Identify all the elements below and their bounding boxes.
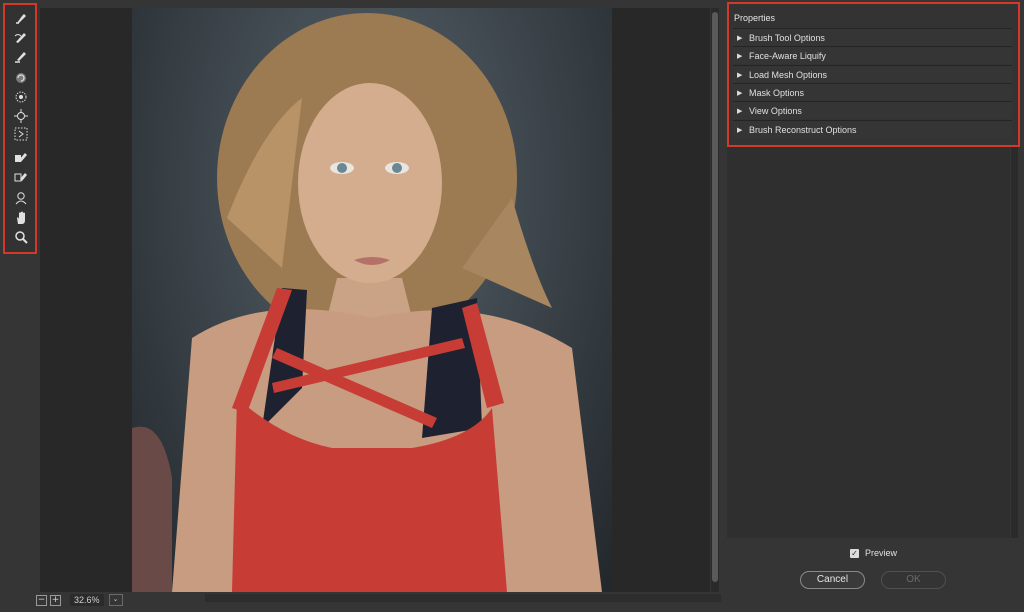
reconstruct-brush-icon[interactable]	[12, 29, 30, 45]
smooth-brush-icon[interactable]	[12, 48, 30, 64]
tools-panel	[3, 3, 37, 254]
section-load-mesh-options[interactable]: ▶ Load Mesh Options	[733, 65, 1012, 83]
thaw-mask-icon[interactable]	[12, 168, 30, 184]
section-label: Mask Options	[749, 87, 805, 98]
expand-triangle-icon: ▶	[737, 88, 743, 97]
preview-toggle[interactable]: ✓ Preview	[850, 548, 897, 558]
freeze-mask-icon[interactable]	[12, 149, 30, 165]
hand-icon[interactable]	[12, 210, 30, 226]
properties-title: Properties	[734, 13, 776, 23]
section-label: Face-Aware Liquify	[749, 50, 826, 61]
section-label: Brush Reconstruct Options	[749, 124, 857, 135]
preview-label: Preview	[865, 548, 898, 558]
chevron-down-icon[interactable]: ⌄	[108, 594, 123, 606]
section-label: View Options	[749, 105, 802, 116]
expand-triangle-icon: ▶	[737, 33, 743, 42]
zoom-controls: − + 32.6% ⌄	[36, 593, 123, 607]
image-canvas[interactable]	[40, 8, 710, 592]
section-mask-options[interactable]: ▶ Mask Options	[733, 83, 1012, 101]
twirl-icon[interactable]	[12, 70, 30, 86]
push-left-icon[interactable]	[12, 126, 30, 142]
section-face-aware-liquify[interactable]: ▶ Face-Aware Liquify	[733, 46, 1012, 64]
expand-triangle-icon: ▶	[737, 106, 743, 115]
properties-sections: Properties ▶ Brush Tool Options ▶ Face-A…	[727, 2, 1020, 147]
section-label: Load Mesh Options	[749, 69, 828, 80]
scroll-thumb[interactable]	[712, 12, 718, 582]
section-brush-tool-options[interactable]: ▶ Brush Tool Options	[733, 28, 1012, 46]
bloat-icon[interactable]	[12, 108, 30, 124]
expand-triangle-icon: ▶	[737, 51, 743, 60]
canvas-horizontal-scrollbar[interactable]	[205, 594, 721, 602]
warp-finger-icon[interactable]	[12, 10, 30, 26]
section-brush-reconstruct-options[interactable]: ▶ Brush Reconstruct Options	[733, 120, 1012, 138]
portrait-photo	[132, 8, 612, 592]
pucker-icon[interactable]	[12, 89, 30, 105]
section-view-options[interactable]: ▶ View Options	[733, 101, 1012, 119]
expand-triangle-icon: ▶	[737, 70, 743, 79]
ok-button[interactable]: OK	[881, 571, 946, 589]
zoom-in-button[interactable]: +	[50, 594, 61, 606]
magnifier-icon[interactable]	[12, 229, 30, 245]
preview-checkbox[interactable]: ✓	[850, 548, 859, 558]
zoom-level[interactable]: 32.6%	[70, 594, 104, 606]
zoom-out-button[interactable]: −	[36, 594, 47, 606]
section-label: Brush Tool Options	[749, 32, 825, 43]
face-person-icon[interactable]	[12, 190, 30, 206]
canvas-vertical-scrollbar[interactable]	[711, 8, 719, 592]
cancel-button[interactable]: Cancel	[800, 571, 865, 589]
expand-triangle-icon: ▶	[737, 125, 743, 134]
